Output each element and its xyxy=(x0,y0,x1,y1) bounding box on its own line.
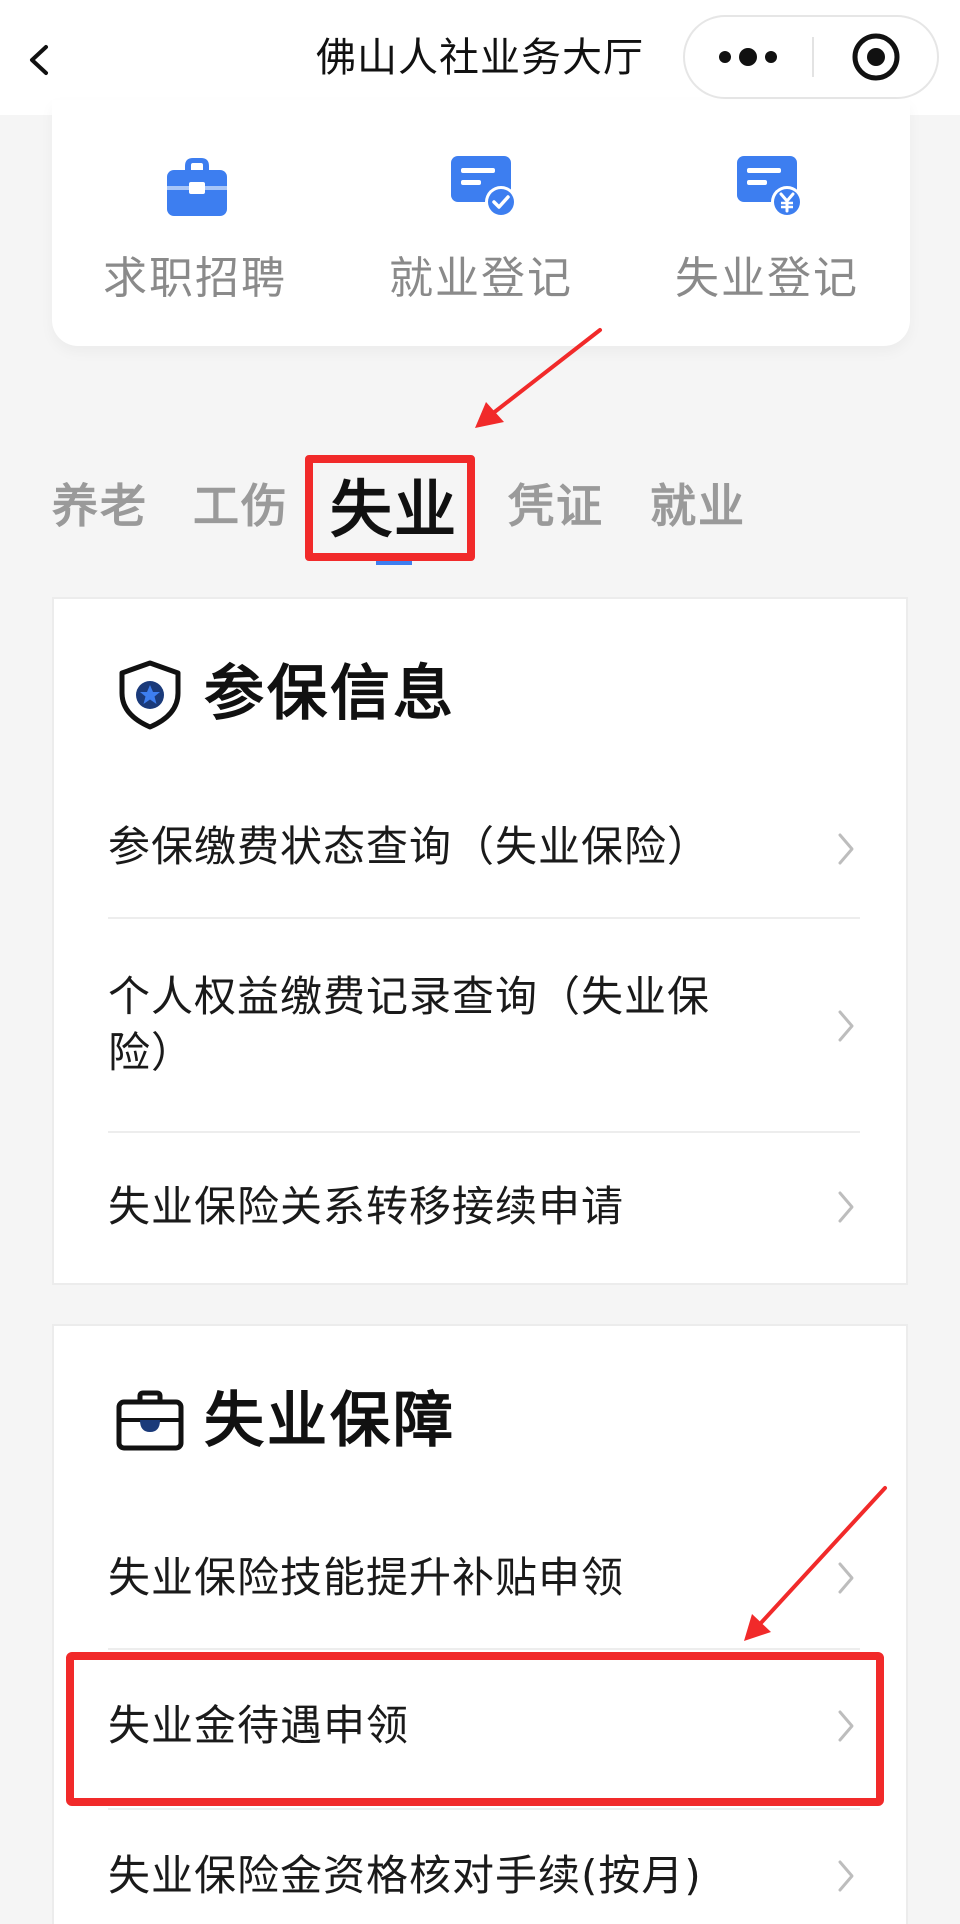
target-circle-icon xyxy=(852,33,900,81)
quick-action-label: 求职招聘 xyxy=(103,253,287,304)
list-item[interactable]: 失业保险技能提升补贴申领 xyxy=(108,1506,860,1650)
card-check-icon xyxy=(451,156,517,218)
more-button[interactable] xyxy=(685,17,812,97)
mini-program-capsule xyxy=(683,15,939,99)
section-header: 失业保障 xyxy=(114,1376,814,1466)
quick-action-job-search[interactable]: 求职招聘 xyxy=(52,100,338,346)
card-yuan-icon xyxy=(737,156,803,218)
list-item-label: 参保缴费状态查询（失业保险） xyxy=(108,822,711,871)
briefcase-icon xyxy=(167,158,227,216)
section-title: 参保信息 xyxy=(204,659,456,729)
list-item-label: 失业保险技能提升补贴申领 xyxy=(108,1553,625,1602)
chevron-right-icon xyxy=(838,1010,854,1042)
quick-action-label: 就业登记 xyxy=(389,253,573,304)
quick-action-label: 失业登记 xyxy=(675,253,859,304)
tab-pension[interactable]: 养老 xyxy=(52,475,148,537)
list-item-label: 失业保险关系转移接续申请 xyxy=(108,1182,625,1231)
more-dots-icon xyxy=(719,48,777,66)
chevron-left-icon xyxy=(30,45,48,75)
tab-certificate[interactable]: 凭证 xyxy=(508,475,604,537)
close-button[interactable] xyxy=(814,17,939,97)
chevron-right-icon xyxy=(838,1860,854,1892)
chevron-right-icon xyxy=(838,1191,854,1223)
top-navbar: 佛山人社业务大厅 xyxy=(0,0,960,115)
section-header: 参保信息 xyxy=(114,649,814,739)
section-unemployment-security: 失业保障 失业保险技能提升补贴申领 失业金待遇申领 失业保险金资格核对手续(按月… xyxy=(52,1324,908,1924)
back-button[interactable] xyxy=(10,25,70,95)
list-item[interactable]: 失业保险关系转移接续申请 xyxy=(108,1133,860,1285)
list-item-label: 失业保险金资格核对手续(按月) xyxy=(108,1851,702,1900)
shield-star-icon xyxy=(119,660,181,730)
category-tabs: 养老 工伤 失业 凭证 就业 xyxy=(0,455,960,575)
chevron-right-icon xyxy=(838,833,854,865)
page-title: 佛山人社业务大厅 xyxy=(316,35,644,81)
annotation-highlight-box xyxy=(305,455,475,561)
quick-action-employment-register[interactable]: 就业登记 xyxy=(338,100,624,346)
list-item[interactable]: 个人权益缴费记录查询（失业保险） xyxy=(108,919,860,1133)
annotation-highlight-box xyxy=(66,1652,884,1806)
section-title: 失业保障 xyxy=(204,1386,456,1456)
quick-actions-card: 求职招聘 就业登记 失业登记 xyxy=(52,100,910,346)
chevron-right-icon xyxy=(838,1562,854,1594)
section-insurance-info: 参保信息 参保缴费状态查询（失业保险） 个人权益缴费记录查询（失业保险） 失业保… xyxy=(52,597,908,1285)
list-item-label: 个人权益缴费记录查询（失业保险） xyxy=(108,972,711,1077)
tab-work-injury[interactable]: 工伤 xyxy=(193,475,289,537)
list-item[interactable]: 失业保险金资格核对手续(按月) xyxy=(108,1810,860,1922)
tab-employment[interactable]: 就业 xyxy=(650,475,746,537)
list-item[interactable]: 参保缴费状态查询（失业保险） xyxy=(108,779,860,919)
briefcase-outline-icon xyxy=(116,1390,184,1451)
quick-action-unemployment-register[interactable]: 失业登记 xyxy=(624,100,910,346)
